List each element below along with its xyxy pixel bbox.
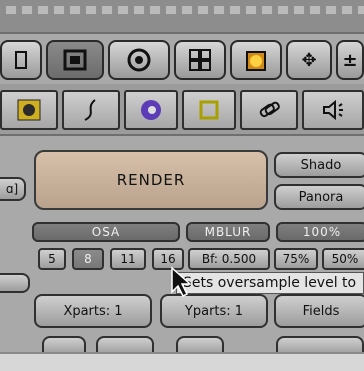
eye-icon xyxy=(127,48,151,72)
square-button[interactable] xyxy=(182,90,236,130)
material-button[interactable] xyxy=(0,90,58,130)
percent-75-button[interactable]: 75% xyxy=(274,248,318,270)
toolbar-plus-minus-button[interactable]: ± xyxy=(336,40,364,80)
panorama-label: Panora xyxy=(298,189,344,205)
percent-50-button[interactable]: 50% xyxy=(322,248,364,270)
xparts-label: Xparts: 1 xyxy=(63,303,123,319)
osa-level-label: 16 xyxy=(160,252,176,266)
xparts-field[interactable]: Xparts: 1 xyxy=(34,294,152,328)
curve-icon xyxy=(84,99,96,121)
link-icon xyxy=(259,101,280,118)
world-icon xyxy=(141,100,161,120)
osa-level-5[interactable]: 5 xyxy=(38,248,66,270)
percent-100-label: 100% xyxy=(302,225,342,239)
render-button[interactable]: RENDER xyxy=(34,150,268,210)
osa-level-label: 11 xyxy=(120,252,136,266)
toolbar-move-button[interactable]: ✥ xyxy=(286,40,332,80)
osa-toggle[interactable]: OSA xyxy=(32,222,180,242)
oversample-tooltip: Sets oversample level to xyxy=(176,272,364,294)
osa-level-11[interactable]: 11 xyxy=(110,248,146,270)
move-icon: ✥ xyxy=(301,49,317,71)
yparts-field[interactable]: Yparts: 1 xyxy=(160,294,268,328)
toolbar-cube-button[interactable] xyxy=(230,40,282,80)
toolbar-grid-button[interactable] xyxy=(174,40,226,80)
percent-100-button[interactable]: 100% xyxy=(276,222,364,242)
bf-field[interactable]: Bf: 0.500 xyxy=(188,248,270,270)
material-icon xyxy=(17,99,41,121)
fields-button[interactable]: Fields xyxy=(274,294,364,328)
render-label: RENDER xyxy=(116,171,186,189)
shadow-button[interactable]: Shado xyxy=(274,152,364,178)
percent-50-label: 50% xyxy=(331,252,359,266)
mblur-toggle[interactable]: MBLUR xyxy=(186,222,270,242)
sound-button[interactable] xyxy=(302,90,364,130)
toolbar-window-button[interactable] xyxy=(46,40,104,80)
yparts-label: Yparts: 1 xyxy=(184,303,244,319)
fields-label: Fields xyxy=(302,303,340,319)
curve-button[interactable] xyxy=(62,90,120,130)
bottom-window-strip xyxy=(0,352,364,371)
mouse-cursor-icon xyxy=(171,266,192,298)
link-button[interactable] xyxy=(240,90,298,130)
left-edge-button-2[interactable] xyxy=(0,273,30,293)
header-dashes xyxy=(6,6,364,14)
osa-level-label: 5 xyxy=(48,252,56,266)
window-icon xyxy=(15,51,27,69)
percent-75-label: 75% xyxy=(282,252,310,266)
osa-level-label: 8 xyxy=(84,252,92,266)
sound-icon xyxy=(323,99,343,121)
toolbar-eye-button[interactable] xyxy=(108,40,170,80)
world-button[interactable] xyxy=(124,90,178,130)
left-edge-fragment-icon: ɑ] xyxy=(5,182,19,196)
tooltip-text: Sets oversample level to xyxy=(183,275,357,291)
toolbar-left-button[interactable] xyxy=(0,40,42,80)
bf-value: Bf: 0.500 xyxy=(201,252,257,266)
osa-label: OSA xyxy=(91,225,121,239)
cube-icon xyxy=(246,51,266,71)
mblur-label: MBLUR xyxy=(204,225,252,239)
square-icon xyxy=(199,100,219,120)
window-icon xyxy=(63,49,87,71)
grid-icon xyxy=(189,49,211,71)
osa-level-8[interactable]: 8 xyxy=(72,248,104,270)
plus-minus-icon: ± xyxy=(342,49,358,71)
panorama-button[interactable]: Panora xyxy=(274,184,364,210)
shadow-label: Shado xyxy=(300,157,342,173)
left-edge-button[interactable]: ɑ] xyxy=(0,177,26,201)
